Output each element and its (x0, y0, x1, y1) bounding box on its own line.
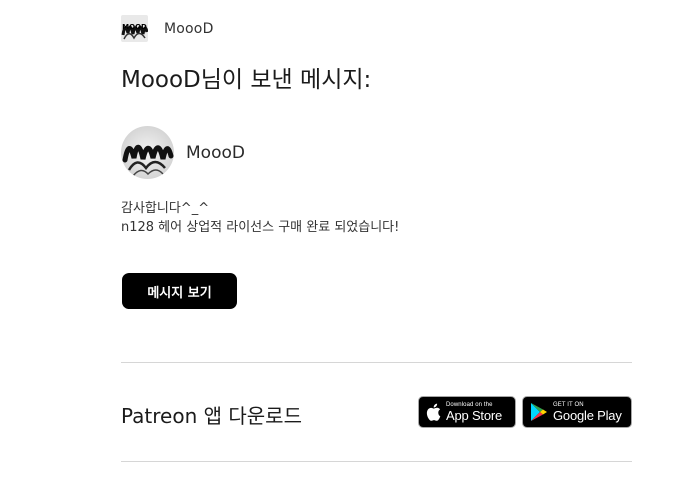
message-line: 감사합니다^_^ (121, 201, 210, 216)
svg-text:MOOD: MOOD (122, 23, 147, 31)
sender-header: MOOD MoooD (121, 15, 214, 42)
message-line: n128 헤어 상업적 라이선스 구매 완료 되었습니다! (121, 220, 400, 235)
google-play-button[interactable]: GET IT ON Google Play (522, 396, 632, 428)
google-play-label: GET IT ON Google Play (553, 402, 622, 422)
view-message-button[interactable]: 메시지 보기 (122, 273, 237, 309)
page-title: MoooD님이 보낸 메시지: (121, 67, 372, 93)
app-store-label: Download on the App Store (446, 402, 502, 422)
google-play-big-text: Google Play (553, 408, 622, 423)
creator-logo-icon[interactable]: MOOD (121, 15, 148, 42)
app-download-title: Patreon 앱 다운로드 (121, 404, 302, 428)
message-body: 감사합니다^_^ n128 헤어 상업적 라이선스 구매 완료 되었습니다! (121, 199, 399, 237)
author-info: MoooD (121, 126, 245, 179)
divider (121, 362, 632, 363)
google-play-icon (531, 403, 547, 421)
author-name: MoooD (186, 142, 245, 163)
app-store-big-text: App Store (446, 408, 503, 423)
sender-name: MoooD (164, 20, 214, 37)
apple-icon (426, 403, 441, 421)
app-store-button[interactable]: Download on the App Store (418, 396, 516, 428)
avatar[interactable] (121, 126, 174, 179)
divider (121, 461, 632, 462)
